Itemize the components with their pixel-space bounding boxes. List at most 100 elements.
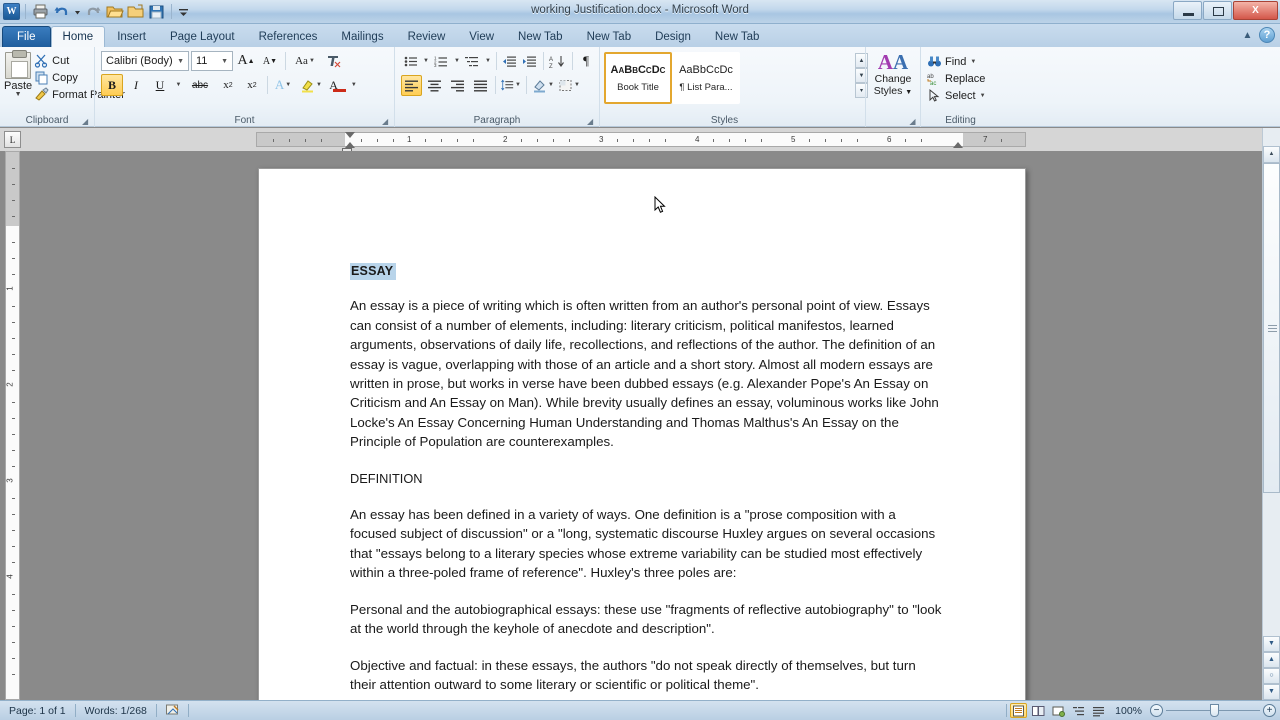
- sort-button[interactable]: AZ: [548, 51, 569, 72]
- tab-mailings[interactable]: Mailings: [329, 26, 395, 47]
- text-effects-button[interactable]: A ▼: [272, 74, 294, 96]
- superscript-button[interactable]: x2: [241, 74, 263, 96]
- underline-button[interactable]: U: [149, 74, 171, 96]
- next-page-button[interactable]: ▼: [1263, 684, 1280, 700]
- redo-icon[interactable]: [84, 2, 103, 21]
- font-name-combobox[interactable]: Calibri (Body) ▼: [101, 51, 189, 71]
- tab-new-tab-1[interactable]: New Tab: [506, 26, 575, 47]
- tab-references[interactable]: References: [247, 26, 330, 47]
- tab-home[interactable]: Home: [50, 26, 106, 47]
- paste-dropdown-icon[interactable]: ▼: [4, 91, 32, 98]
- word-logo-icon[interactable]: W: [3, 3, 20, 20]
- minimize-button[interactable]: [1173, 1, 1202, 20]
- tab-insert[interactable]: Insert: [105, 26, 158, 47]
- scroll-up-button[interactable]: ▲: [1263, 146, 1280, 163]
- help-icon[interactable]: ?: [1259, 27, 1275, 43]
- styles-dialog-launcher[interactable]: ◢: [908, 117, 917, 126]
- document-page[interactable]: ESSAY An essay is a piece of writing whi…: [258, 168, 1026, 700]
- document-body[interactable]: ESSAY An essay is a piece of writing whi…: [350, 261, 945, 700]
- clipboard-dialog-launcher[interactable]: ◢: [82, 117, 91, 126]
- strikethrough-button[interactable]: abc: [185, 74, 215, 96]
- restore-button[interactable]: [1203, 1, 1232, 20]
- undo-dropdown-icon[interactable]: [73, 2, 82, 21]
- previous-page-button[interactable]: ▲: [1263, 652, 1280, 668]
- line-spacing-button[interactable]: ▼: [500, 75, 522, 96]
- right-indent-marker[interactable]: [953, 142, 963, 148]
- proofing-status-icon[interactable]: [157, 703, 188, 719]
- subscript-button[interactable]: x2: [217, 74, 239, 96]
- tab-view[interactable]: View: [457, 26, 506, 47]
- select-dropdown-icon[interactable]: ▼: [980, 93, 986, 99]
- change-styles-button[interactable]: AA Change Styles ▼: [870, 51, 916, 98]
- clear-formatting-button[interactable]: [322, 50, 344, 72]
- view-full-screen-reading-button[interactable]: [1030, 703, 1047, 718]
- vertical-ruler[interactable]: 1 2 3 4: [5, 151, 20, 700]
- tab-new-tab-2[interactable]: New Tab: [575, 26, 644, 47]
- view-print-layout-button[interactable]: [1010, 703, 1028, 718]
- align-left-button[interactable]: [401, 74, 422, 96]
- find-dropdown-icon[interactable]: ▼: [970, 59, 976, 65]
- borders-button[interactable]: ▼: [557, 75, 581, 96]
- word-count-indicator[interactable]: Words: 1/268: [76, 703, 156, 719]
- view-web-layout-button[interactable]: [1050, 703, 1067, 718]
- new-icon[interactable]: [126, 2, 145, 21]
- scrollbar-thumb[interactable]: [1263, 163, 1280, 493]
- tab-file[interactable]: File: [2, 26, 51, 47]
- replace-button[interactable]: ab ac Replace: [925, 70, 996, 87]
- zoom-slider-handle[interactable]: [1210, 704, 1219, 717]
- page-indicator[interactable]: Page: 1 of 1: [0, 703, 75, 719]
- tab-design[interactable]: Design: [643, 26, 703, 47]
- underline-dropdown-icon[interactable]: ▼: [173, 74, 183, 96]
- decrease-indent-button[interactable]: [501, 51, 519, 72]
- close-button[interactable]: X: [1233, 1, 1278, 20]
- print-icon[interactable]: [31, 2, 50, 21]
- text-highlight-button[interactable]: ▼: [296, 74, 326, 96]
- center-button[interactable]: [424, 75, 445, 96]
- tab-stop-selector[interactable]: L: [4, 131, 21, 148]
- increase-indent-button[interactable]: [521, 51, 539, 72]
- font-color-button[interactable]: A ▼: [328, 74, 358, 96]
- bullets-dropdown-icon[interactable]: ▼: [421, 51, 430, 72]
- vertical-scrollbar[interactable]: ▲ ▼ ▲ ○ ▼: [1262, 128, 1280, 700]
- justify-button[interactable]: [470, 75, 491, 96]
- view-outline-button[interactable]: [1070, 703, 1087, 718]
- shrink-font-button[interactable]: A ▼: [259, 50, 281, 72]
- horizontal-ruler[interactable]: 1 2 3 4 5 6 7: [256, 132, 1026, 153]
- undo-icon[interactable]: [52, 2, 71, 21]
- tab-page-layout[interactable]: Page Layout: [158, 26, 247, 47]
- document-canvas[interactable]: ESSAY An essay is a piece of writing whi…: [22, 151, 1255, 700]
- collapse-ribbon-icon[interactable]: ▲: [1240, 28, 1255, 43]
- show-formatting-marks-button[interactable]: ¶: [577, 51, 595, 72]
- tab-new-tab-3[interactable]: New Tab: [703, 26, 772, 47]
- zoom-level-label[interactable]: 100%: [1110, 705, 1147, 717]
- open-icon[interactable]: [105, 2, 124, 21]
- bold-button[interactable]: B: [101, 74, 123, 96]
- italic-button[interactable]: I: [125, 74, 147, 96]
- style-list-paragraph[interactable]: AaBbCcDc ¶ List Para...: [672, 52, 740, 104]
- view-draft-button[interactable]: [1090, 703, 1107, 718]
- bullets-button[interactable]: [401, 51, 419, 72]
- change-case-button[interactable]: Aa ▼: [290, 50, 320, 72]
- zoom-in-button[interactable]: +: [1263, 704, 1276, 717]
- numbering-dropdown-icon[interactable]: ▼: [452, 51, 461, 72]
- style-book-title[interactable]: AaBbCcDc Book Title: [604, 52, 672, 104]
- first-line-indent-marker[interactable]: [345, 132, 355, 138]
- scroll-down-button[interactable]: ▼: [1263, 636, 1280, 652]
- zoom-out-button[interactable]: −: [1150, 704, 1163, 717]
- save-icon[interactable]: [147, 2, 166, 21]
- tab-review[interactable]: Review: [396, 26, 458, 47]
- multilevel-list-button[interactable]: [463, 51, 481, 72]
- font-dialog-launcher[interactable]: ◢: [382, 117, 391, 126]
- font-size-combobox[interactable]: 11 ▼: [191, 51, 233, 71]
- grow-font-button[interactable]: A ▲: [235, 50, 257, 72]
- find-button[interactable]: Find ▼: [925, 53, 996, 70]
- paragraph-dialog-launcher[interactable]: ◢: [587, 117, 596, 126]
- multilevel-dropdown-icon[interactable]: ▼: [483, 51, 492, 72]
- customize-qat-icon[interactable]: [177, 2, 190, 21]
- numbering-button[interactable]: 123: [432, 51, 450, 72]
- select-browse-object-icon[interactable]: ○: [1263, 668, 1280, 684]
- shading-button[interactable]: ▼: [531, 75, 555, 96]
- select-button[interactable]: Select ▼: [925, 87, 996, 104]
- zoom-slider[interactable]: [1166, 704, 1260, 717]
- align-right-button[interactable]: [447, 75, 468, 96]
